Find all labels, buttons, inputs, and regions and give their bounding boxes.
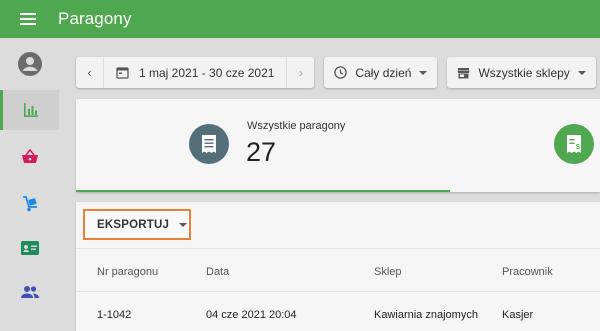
all-receipts-label: Wszystkie paragony [247, 120, 346, 132]
column-header[interactable]: Sklep [374, 266, 402, 278]
chevron-left-icon: ‹ [87, 65, 92, 80]
chevron-down-icon [179, 222, 188, 227]
sidebar-item-reports[interactable] [0, 90, 59, 130]
store-icon [457, 67, 470, 78]
date-cell: 04 cze 2021 20:04 [206, 309, 297, 321]
date-range-picker: ‹ 1 maj 2021 - 30 cze 2021 › [76, 57, 315, 88]
date-range-button[interactable]: 1 maj 2021 - 30 cze 2021 [104, 57, 286, 88]
chevron-right-icon: › [298, 65, 304, 80]
sidebar-item-inventory[interactable] [0, 184, 59, 224]
column-header[interactable]: Nr paragonu [97, 266, 158, 278]
store-label: Wszystkie sklepy [478, 65, 570, 80]
chevron-down-icon [419, 70, 428, 75]
app-title: Paragony [58, 9, 132, 28]
filter-bar: ‹ 1 maj 2021 - 30 cze 2021 › Cały dzień … [76, 57, 596, 88]
column-header[interactable]: Data [206, 266, 229, 278]
table-row[interactable]: 1-1042 04 cze 2021 20:04 Kawiarnia znajo… [76, 292, 600, 331]
export-button[interactable]: EKSPORTUJ [83, 209, 191, 240]
next-period-button[interactable]: › [286, 57, 314, 88]
time-range-label: Cały dzień [355, 65, 412, 80]
all-receipts-count: 27 [246, 137, 277, 167]
date-range-label: 1 maj 2021 - 30 cze 2021 [139, 65, 275, 80]
clock-icon [334, 66, 348, 79]
people-icon [20, 286, 39, 298]
store-dropdown[interactable]: Wszystkie sklepy [447, 57, 596, 88]
receipt-number-cell: 1-1042 [97, 309, 132, 321]
employee-cell: Kasjer [502, 309, 534, 321]
sidebar-item-products[interactable] [0, 137, 59, 177]
receipt-dollar-icon: $ [554, 124, 594, 164]
receipts-table-card: EKSPORTUJ Nr paragonu Data Sklep Pracown… [76, 202, 600, 331]
receipt-icon [189, 124, 229, 164]
table-header: Nr paragonu Data Sklep Pracownik [76, 248, 600, 292]
stats-card: Wszystkie paragony 27 $ [76, 99, 600, 192]
basket-icon [21, 149, 38, 163]
store-cell: Kawiarnia znajomych [374, 309, 478, 321]
calendar-icon [116, 67, 129, 79]
column-header[interactable]: Pracownik [502, 266, 553, 278]
bar-chart-icon [24, 103, 38, 117]
main-content: ‹ 1 maj 2021 - 30 cze 2021 › Cały dzień … [59, 38, 600, 331]
svg-text:$: $ [576, 144, 580, 151]
chevron-down-icon [577, 70, 586, 75]
id-card-icon [20, 241, 39, 255]
sidebar-item-employees[interactable] [0, 228, 59, 268]
menu-icon[interactable] [20, 13, 36, 25]
hand-truck-icon [22, 196, 37, 212]
account-icon[interactable] [18, 52, 42, 76]
sidebar-item-customers[interactable] [0, 272, 59, 312]
export-label: EKSPORTUJ [97, 218, 170, 231]
sidebar [0, 38, 59, 331]
active-tab-indicator [76, 190, 450, 192]
time-range-dropdown[interactable]: Cały dzień [324, 57, 438, 88]
app-bar: Paragony [0, 0, 600, 38]
prev-period-button[interactable]: ‹ [76, 57, 104, 88]
